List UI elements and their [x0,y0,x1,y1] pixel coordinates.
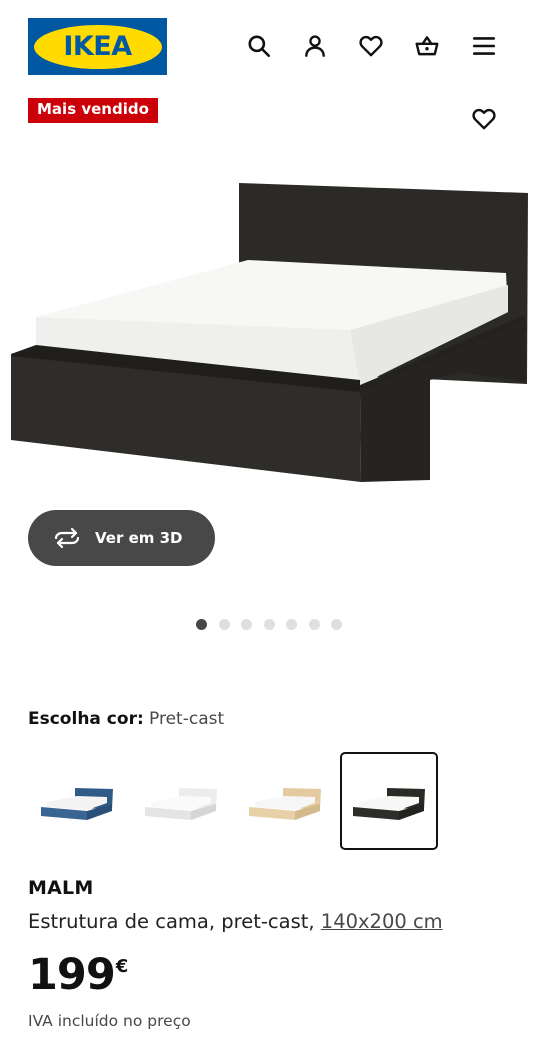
black-brown-bed-thumbnail [353,788,425,820]
logo-oval: IKEA [33,24,162,69]
product-name: MALM [28,877,94,899]
carousel-dot[interactable] [331,619,342,630]
logo-text: IKEA [63,31,132,62]
carousel-dot[interactable] [308,619,320,630]
price-integer: 199 [28,950,116,1000]
ikea-logo[interactable]: IKEA [28,18,167,75]
price-currency: € [115,956,129,977]
selected-color-value: Pret-cast [149,709,225,729]
carousel-dot[interactable] [241,619,252,630]
view-in-3d-button[interactable]: Ver em 3D [28,510,215,566]
product-price: 199 € [28,950,128,1000]
product-description: Estrutura de cama, pret-cast, 140x200 cm [28,910,443,933]
carousel-dot[interactable] [218,619,230,630]
image-carousel-dots [196,619,342,630]
basket-icon[interactable] [411,30,443,62]
carousel-dot[interactable] [196,619,207,630]
color-selector-label: Escolha cor: Pret-cast [28,708,224,730]
rotate-3d-icon [52,527,82,549]
blue-bed-thumbnail [41,788,113,820]
color-swatches [28,752,438,850]
color-option-oak[interactable] [236,752,334,850]
carousel-dot[interactable] [263,619,275,630]
header: IKEA [0,0,540,92]
carousel-dot[interactable] [286,619,297,630]
white-bed-thumbnail [145,788,217,820]
heart-icon [472,108,496,130]
menu-icon[interactable] [468,30,500,62]
product-image[interactable] [0,170,540,490]
color-label-text: Escolha cor: [28,709,144,729]
color-option-blue[interactable] [28,752,126,850]
search-icon[interactable] [243,30,275,62]
product-size-link[interactable]: 140x200 cm [321,910,443,933]
product-description-text: Estrutura de cama, pret-cast, [28,910,315,933]
bestseller-badge: Mais vendido [28,98,158,123]
view-in-3d-label: Ver em 3D [95,529,183,547]
oak-bed-thumbnail [249,788,321,820]
bed-illustration [11,183,528,482]
vat-note: IVA incluído no preço [28,1012,191,1030]
color-option-black-brown[interactable] [340,752,438,850]
add-to-wishlist-button[interactable] [467,102,501,136]
color-option-white[interactable] [132,752,230,850]
user-icon[interactable] [299,30,331,62]
heart-icon[interactable] [355,30,387,62]
